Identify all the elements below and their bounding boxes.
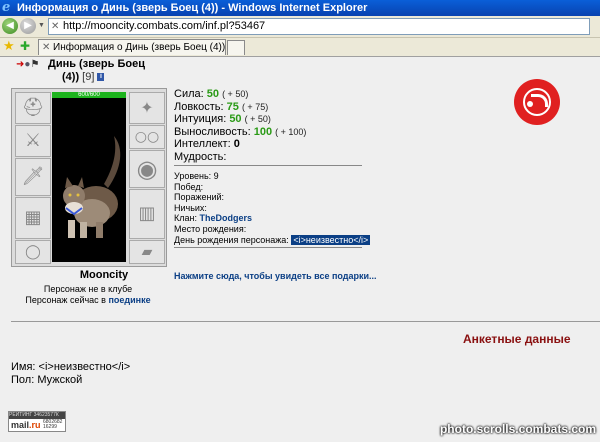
stat-agility: Ловкость: 75 ( + 75) bbox=[174, 101, 306, 114]
address-input[interactable]: ✕ http://mooncity.combats.com/inf.pl?534… bbox=[48, 18, 590, 35]
info-wins: Побед: bbox=[174, 181, 204, 192]
counter-logo: mail.ru bbox=[11, 420, 41, 430]
character-doll: ⛑ ⚔ 🗡 ▦ ◯ 600/600 ✦ ○○ ◉ ▥ ▰ bbox=[11, 88, 167, 267]
page-icon: ✕ bbox=[51, 21, 60, 32]
new-tab-button[interactable] bbox=[227, 40, 245, 55]
address-toolbar: ◀ ▶ ▼ ✕ http://mooncity.combats.com/inf.… bbox=[0, 16, 600, 38]
counter-num2: 16299 bbox=[43, 424, 57, 430]
page-content: ➜●⚑ Динь (зверь Боец (4)) [9] i ⛑ ⚔ 🗡 ▦ … bbox=[0, 57, 600, 442]
counter-nums: 6802682 16299 bbox=[43, 420, 62, 430]
watermark: photo.scrolls.combats.com bbox=[439, 422, 596, 436]
mailru-counter[interactable]: РЕЙТИНГ 34623577К mail.ru 6802682 16299 bbox=[8, 411, 66, 432]
anket-title: Анкетные данные bbox=[463, 332, 571, 346]
info-birthplace: Место рождения: bbox=[174, 223, 247, 234]
add-favorites-icon[interactable]: ✚ bbox=[20, 39, 30, 53]
stat-intellect: Интеллект: 0 bbox=[174, 138, 306, 151]
armor-slot-icon[interactable]: ▦ bbox=[15, 197, 51, 239]
info-level: Уровень: 9 bbox=[174, 171, 219, 181]
clan-emblem-icon[interactable] bbox=[514, 79, 560, 125]
legs-slot-icon[interactable]: ▥ bbox=[129, 189, 165, 239]
gifts-link[interactable]: Нажмите сюда, чтобы увидеть все подарки.… bbox=[174, 271, 377, 281]
bracers-slot-icon[interactable]: ⚔ bbox=[15, 125, 51, 157]
counter-top: РЕЙТИНГ 34623577К bbox=[9, 412, 65, 419]
favorites-star-icon[interactable]: ★ bbox=[3, 39, 15, 53]
anket-sex: Пол: Мужской bbox=[11, 374, 83, 386]
history-dropdown-icon[interactable]: ▼ bbox=[38, 22, 45, 29]
rings-slot-icon[interactable]: ○○ bbox=[129, 125, 165, 149]
tab-page-icon: ✕ bbox=[42, 42, 51, 53]
stat-bonus: ( + 50) bbox=[222, 89, 249, 99]
stat-label: Выносливость: bbox=[174, 125, 251, 138]
helmet-slot-icon[interactable]: ⛑ bbox=[15, 92, 51, 124]
tab-active[interactable]: ✕ Информация о Динь (зверь Боец (4)) bbox=[38, 39, 226, 55]
city-name: Mooncity bbox=[79, 269, 129, 281]
earrings-slot-icon[interactable]: ✦ bbox=[129, 92, 165, 124]
ie-logo-icon: e bbox=[2, 0, 11, 15]
info-draws: Ничьих: bbox=[174, 202, 207, 213]
window-titlebar: e Информация о Динь (зверь Боец (4)) - W… bbox=[0, 0, 600, 16]
counter-logo-b: .ru bbox=[29, 420, 41, 430]
cat-image bbox=[63, 136, 121, 238]
stat-bonus: ( + 75) bbox=[241, 101, 269, 112]
info-icon[interactable]: i bbox=[97, 73, 105, 82]
character-portrait: 600/600 bbox=[52, 92, 126, 262]
character-level: [9] bbox=[82, 71, 95, 83]
stat-value: 50 bbox=[206, 88, 219, 100]
info-losses: Поражений: bbox=[174, 192, 225, 203]
tab-bar: ★ ✚ ✕ Информация о Динь (зверь Боец (4)) bbox=[0, 38, 600, 57]
stat-bonus: ( + 100) bbox=[275, 126, 307, 137]
emblem-dot bbox=[527, 101, 533, 107]
stat-bonus: ( + 50) bbox=[244, 114, 271, 124]
tab-label: Информация о Динь (зверь Боец (4)) bbox=[53, 42, 226, 53]
clan-link[interactable]: TheDodgers bbox=[200, 213, 253, 223]
stats-block: Сила: 50 ( + 50) Ловкость: 75 ( + 75) Ин… bbox=[174, 88, 306, 163]
character-name: Динь (зверь Боец bbox=[48, 58, 145, 70]
birthday-label: День рождения персонажа: bbox=[174, 234, 289, 245]
url-text: http://mooncity.combats.com/inf.pl?53467 bbox=[63, 20, 266, 32]
stat-endurance: Выносливость: 100 ( + 100) bbox=[174, 126, 306, 139]
stat-value: 50 bbox=[229, 113, 242, 125]
info-block: Уровень: 9 Побед: Поражений: Ничьих: Кла… bbox=[174, 171, 371, 246]
forward-button[interactable]: ▶ bbox=[20, 18, 36, 34]
stat-label: Сила: bbox=[174, 88, 204, 100]
anket-name: Имя: <i>неизвестно</i> bbox=[11, 361, 131, 373]
back-button[interactable]: ◀ bbox=[2, 18, 18, 34]
character-name-cont: (4)) [9] i bbox=[62, 71, 105, 83]
weapon-slot-icon[interactable]: 🗡 bbox=[15, 158, 51, 196]
stat-wisdom: Мудрость: bbox=[174, 151, 306, 164]
stat-label: Мудрость: bbox=[174, 150, 227, 163]
divider bbox=[174, 247, 362, 248]
counter-logo-a: mail bbox=[11, 420, 30, 430]
birthday-value: <i>неизвестно</i> bbox=[291, 234, 371, 245]
status-now-prefix: Персонаж сейчас в bbox=[25, 295, 106, 305]
window-title: Информация о Динь (зверь Боец (4)) - Win… bbox=[17, 2, 368, 14]
status-club: Персонаж не в клубе bbox=[43, 284, 133, 294]
battle-link[interactable]: поединке bbox=[108, 295, 150, 305]
divider bbox=[174, 165, 362, 166]
belt-slot-icon[interactable]: ◯ bbox=[15, 240, 51, 264]
section-divider bbox=[11, 321, 600, 322]
info-clan: Клан: TheDodgers bbox=[174, 213, 370, 224]
stat-value: 75 bbox=[226, 100, 239, 113]
status-now: Персонаж сейчас в поединке bbox=[11, 295, 165, 305]
stat-label: Интеллект: bbox=[174, 138, 231, 150]
stat-strength: Сила: 50 ( + 50) bbox=[174, 88, 306, 101]
info-birthday: День рождения персонажа: <i>неизвестно</… bbox=[174, 234, 371, 246]
stat-label: Ловкость: bbox=[174, 100, 224, 113]
boots-slot-icon[interactable]: ▰ bbox=[129, 240, 165, 264]
stat-value: 0 bbox=[233, 138, 240, 150]
clan-icon: ⚑ bbox=[30, 59, 40, 70]
character-icons: ➜●⚑ bbox=[16, 59, 39, 70]
stat-value: 100 bbox=[253, 125, 273, 138]
shield-slot-icon[interactable]: ◉ bbox=[129, 150, 165, 188]
stat-intuition: Интуиция: 50 ( + 50) bbox=[174, 113, 306, 126]
character-name-line2: (4)) bbox=[62, 71, 80, 83]
stat-label: Интуиция: bbox=[174, 113, 227, 125]
clan-label: Клан: bbox=[174, 213, 197, 224]
